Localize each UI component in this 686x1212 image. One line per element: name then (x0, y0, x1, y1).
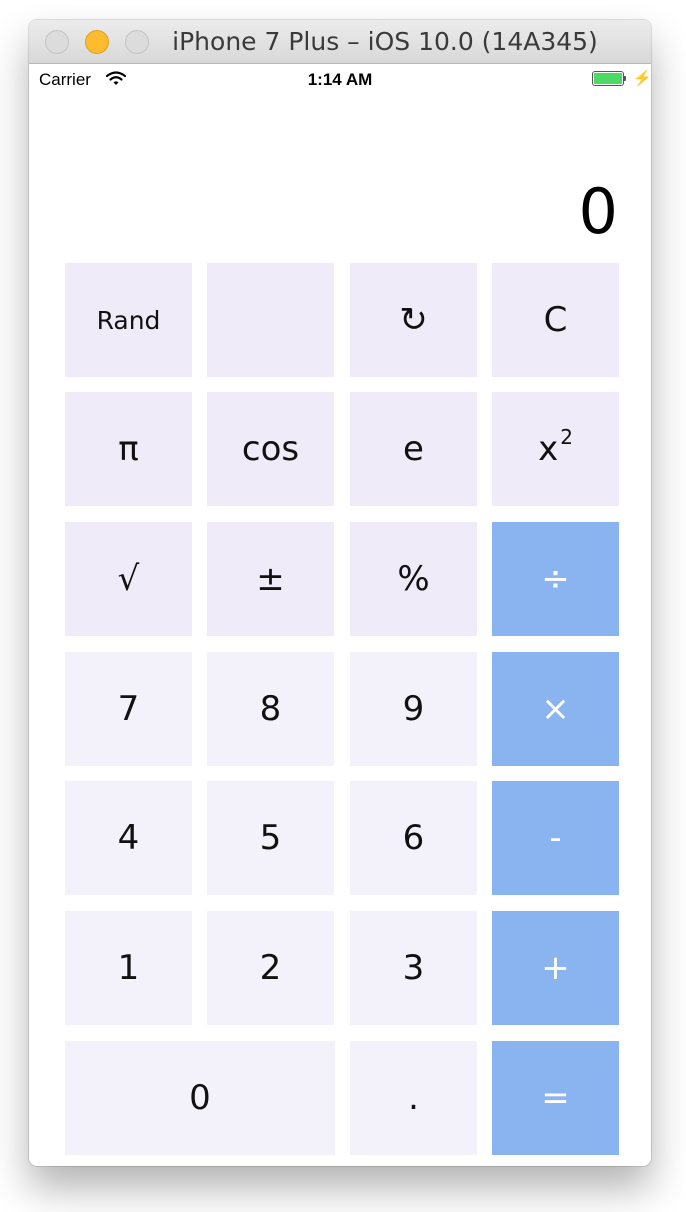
digit-3-button[interactable]: 3 (350, 911, 477, 1025)
cos-button[interactable]: cos (207, 392, 334, 506)
minimize-window-button[interactable] (85, 30, 109, 54)
calculator-display: 0 (578, 175, 618, 248)
zoom-window-button[interactable] (125, 30, 149, 54)
square-base-label: x (538, 429, 559, 469)
undo-button[interactable]: ↻ (350, 263, 477, 377)
digit-0-button[interactable]: 0 (65, 1041, 335, 1155)
clear-button[interactable]: C (492, 263, 619, 377)
sqrt-button[interactable]: √ (65, 522, 192, 636)
charging-bolt-icon: ⚡ (633, 70, 651, 87)
equals-button[interactable]: = (492, 1041, 619, 1155)
blank-button[interactable] (207, 263, 334, 377)
plus-minus-button[interactable]: ± (207, 522, 334, 636)
digit-7-button[interactable]: 7 (65, 652, 192, 766)
digit-9-button[interactable]: 9 (350, 652, 477, 766)
square-exponent-label: 2 (560, 425, 573, 449)
divide-button[interactable]: ÷ (492, 522, 619, 636)
status-time: 1:14 AM (307, 70, 373, 89)
undo-icon: ↻ (399, 300, 428, 340)
digit-6-button[interactable]: 6 (350, 781, 477, 895)
percent-button[interactable]: % (350, 522, 477, 636)
decimal-button[interactable]: . (350, 1041, 477, 1155)
digit-8-button[interactable]: 8 (207, 652, 334, 766)
battery-icon (592, 71, 628, 87)
square-button[interactable]: x2 (492, 392, 619, 506)
pi-button[interactable]: π (65, 392, 192, 506)
digit-2-button[interactable]: 2 (207, 911, 334, 1025)
subtract-button[interactable]: - (492, 781, 619, 895)
title-bar[interactable]: iPhone 7 Plus – iOS 10.0 (14A345) (29, 20, 651, 64)
e-button[interactable]: e (350, 392, 477, 506)
rand-button[interactable]: Rand (65, 263, 192, 377)
simulator-window: iPhone 7 Plus – iOS 10.0 (14A345) Carrie… (29, 20, 651, 1166)
digit-5-button[interactable]: 5 (207, 781, 334, 895)
close-window-button[interactable] (45, 30, 69, 54)
status-bar: Carrier 1:14 AM ⚡ (29, 64, 651, 94)
multiply-button[interactable]: × (492, 652, 619, 766)
digit-4-button[interactable]: 4 (65, 781, 192, 895)
window-title: iPhone 7 Plus – iOS 10.0 (14A345) (172, 27, 598, 56)
digit-1-button[interactable]: 1 (65, 911, 192, 1025)
add-button[interactable]: + (492, 911, 619, 1025)
